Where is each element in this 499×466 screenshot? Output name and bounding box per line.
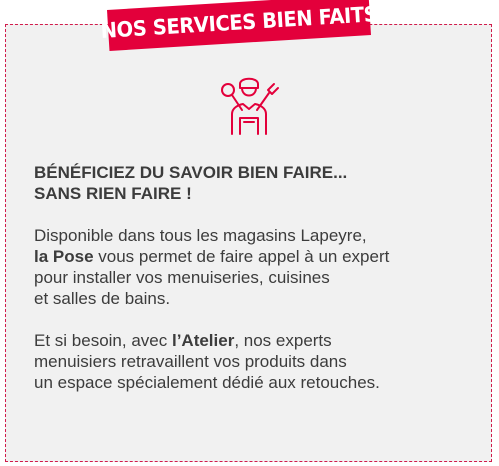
services-content: BÉNÉFICIEZ DU SAVOIR BIEN FAIRE... SANS … bbox=[34, 162, 474, 393]
atelier-paragraph: Et si besoin, avec l’Atelier, nos expert… bbox=[34, 330, 474, 393]
atelier-line-1-rest: , nos experts bbox=[234, 331, 332, 350]
la-pose-label: la Pose bbox=[34, 247, 94, 266]
atelier-line-1: Et si besoin, avec l’Atelier, nos expert… bbox=[34, 330, 474, 351]
atelier-line-1-start: Et si besoin, avec bbox=[34, 331, 172, 350]
pose-paragraph: Disponible dans tous les magasins Lapeyr… bbox=[34, 225, 474, 309]
pose-line-3: pour installer vos menuiseries, cuisines bbox=[34, 268, 330, 287]
atelier-label: l’Atelier bbox=[171, 331, 235, 350]
services-heading: BÉNÉFICIEZ DU SAVOIR BIEN FAIRE... SANS … bbox=[34, 162, 474, 204]
atelier-line-3: un espace spécialement dédié aux retouch… bbox=[34, 373, 380, 392]
pose-line-2: la Pose vous permet de faire appel à un … bbox=[34, 246, 474, 267]
heading-line-1: BÉNÉFICIEZ DU SAVOIR BIEN FAIRE... bbox=[34, 163, 348, 182]
pose-line-1: Disponible dans tous les magasins Lapeyr… bbox=[34, 226, 367, 245]
pose-line-2-rest: vous permet de faire appel à un expert bbox=[93, 247, 390, 266]
atelier-line-2: menuisiers retravaillent vos produits da… bbox=[34, 352, 347, 371]
pose-line-4: et salles de bains. bbox=[34, 289, 171, 308]
technician-with-wrenches-icon bbox=[218, 72, 280, 138]
heading-line-2: SANS RIEN FAIRE ! bbox=[34, 184, 192, 203]
